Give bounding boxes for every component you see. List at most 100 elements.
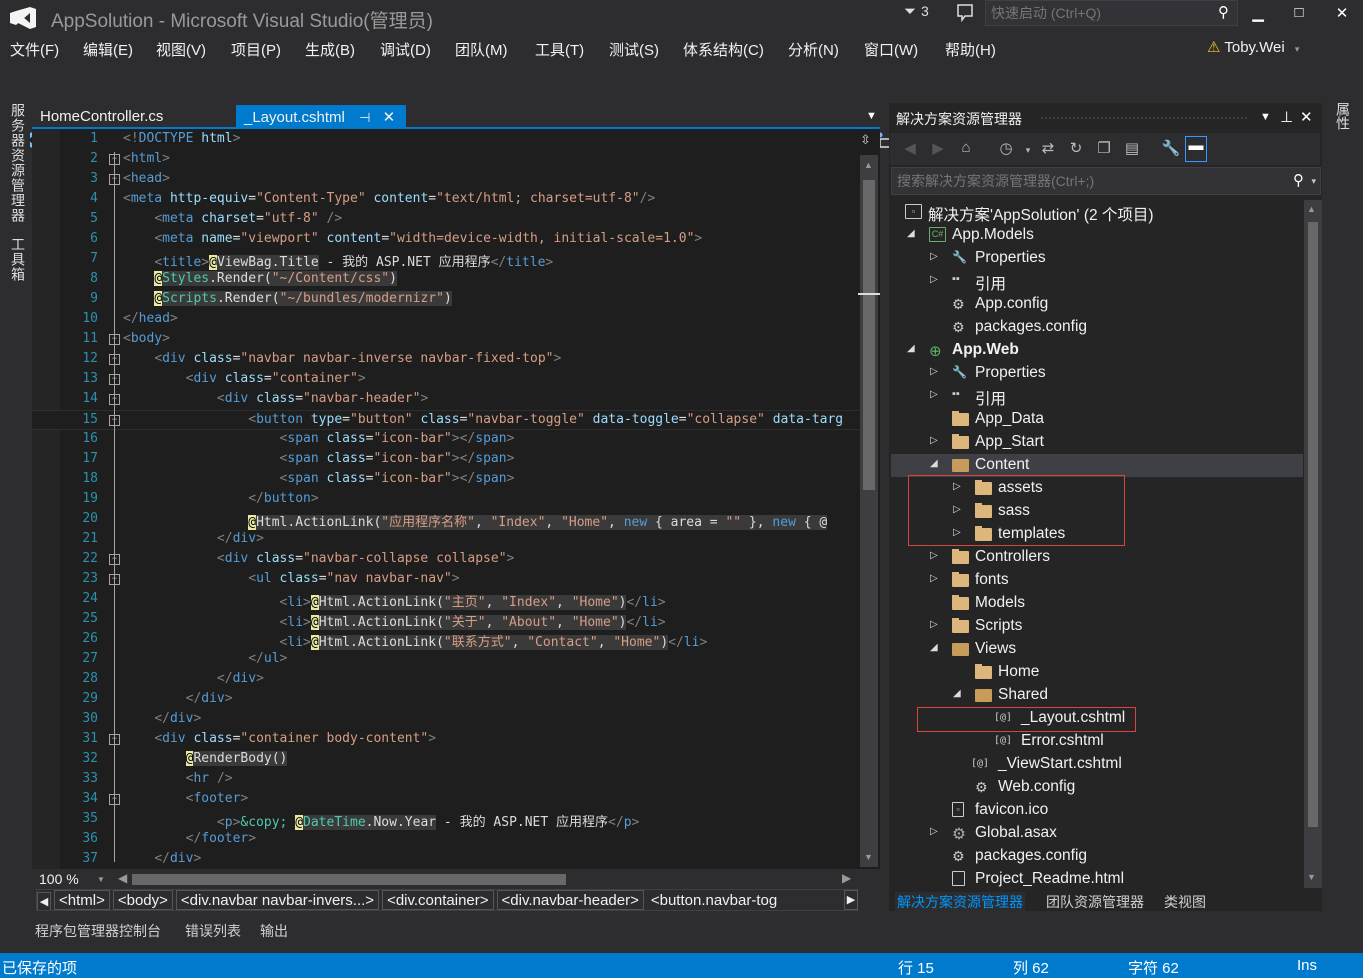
- tree-node[interactable]: ▫ favicon.ico: [891, 799, 1303, 822]
- solution-explorer-search[interactable]: ⚲ ▾: [891, 167, 1321, 195]
- collapse-all-icon[interactable]: ❐: [1093, 139, 1115, 159]
- close-tab-icon[interactable]: ✕: [383, 109, 396, 126]
- tree-node[interactable]: ▷ 🔧 Properties: [891, 247, 1303, 270]
- code-line[interactable]: 25 <li>@Html.ActionLink("关于", "About", "…: [32, 610, 860, 630]
- menu-tools[interactable]: 工具(T): [535, 39, 584, 60]
- code-line[interactable]: 12− <div class="navbar navbar-inverse na…: [32, 350, 860, 370]
- breadcrumb-item[interactable]: <button.navbar-tog: [647, 891, 781, 910]
- code-line[interactable]: 9 @Scripts.Render("~/bundles/modernizr"): [32, 290, 860, 310]
- toolbox-tab[interactable]: 工具箱: [8, 237, 28, 282]
- scroll-down-icon[interactable]: ▼: [1307, 872, 1316, 882]
- collapse-arrow-icon[interactable]: ◢: [953, 688, 961, 699]
- menu-file[interactable]: 文件(F): [10, 39, 59, 60]
- forward-icon[interactable]: ▶: [927, 139, 949, 159]
- code-line[interactable]: 19 </button>: [32, 490, 860, 510]
- code-line[interactable]: 36 </footer>: [32, 830, 860, 850]
- tree-node[interactable]: ▷ 🔧 Properties: [891, 362, 1303, 385]
- code-line[interactable]: 5 <meta charset="utf-8" />: [32, 210, 860, 230]
- tab-solution-explorer[interactable]: 解决方案资源管理器: [895, 892, 1025, 912]
- code-line[interactable]: 11−<body>: [32, 330, 860, 350]
- tab-package-manager-console[interactable]: 程序包管理器控制台: [35, 921, 161, 941]
- breadcrumb-prev-icon[interactable]: ◀: [37, 892, 51, 910]
- code-line[interactable]: 13− <div class="container">: [32, 370, 860, 390]
- tree-node[interactable]: ▷ App_Start: [891, 431, 1303, 454]
- breadcrumb-item[interactable]: <body>: [112, 890, 173, 910]
- collapse-arrow-icon[interactable]: ◢: [907, 228, 915, 239]
- code-line[interactable]: 15− <button type="button" class="navbar-…: [32, 410, 860, 430]
- tree-node[interactable]: ◢ ⊕ App.Web: [891, 339, 1303, 362]
- code-line[interactable]: 8 @Styles.Render("~/Content/css"): [32, 270, 860, 290]
- tab-layout[interactable]: _Layout.cshtml ⊣ ✕: [236, 105, 406, 129]
- code-line[interactable]: 2−<html>: [32, 150, 860, 170]
- home-icon[interactable]: ⌂: [955, 139, 977, 159]
- zoom-level[interactable]: 100 %: [39, 871, 79, 887]
- code-line[interactable]: 23− <ul class="nav navbar-nav">: [32, 570, 860, 590]
- code-line[interactable]: 27 </ul>: [32, 650, 860, 670]
- preview-selected-items-icon[interactable]: ▬: [1185, 136, 1207, 162]
- breadcrumb-item[interactable]: <div.navbar navbar-invers...>: [175, 890, 380, 910]
- menu-analyze[interactable]: 分析(N): [788, 39, 839, 60]
- horizontal-scroll-thumb[interactable]: [132, 874, 566, 885]
- user-account[interactable]: ⚠ Toby.Wei ▾: [1207, 38, 1299, 56]
- properties-tab[interactable]: 属性: [1333, 102, 1353, 130]
- code-line[interactable]: 18 <span class="icon-bar"></span>: [32, 470, 860, 490]
- tab-homecontroller[interactable]: HomeController.cs: [32, 105, 171, 129]
- collapse-arrow-icon[interactable]: ◢: [907, 343, 915, 354]
- pin-icon[interactable]: ⊣: [359, 110, 370, 125]
- tab-class-view[interactable]: 类视图: [1162, 892, 1208, 912]
- zoom-dropdown-icon[interactable]: ▼: [97, 875, 105, 884]
- close-panel-icon[interactable]: ✕: [1300, 108, 1313, 126]
- expand-arrow-icon[interactable]: ▷: [930, 366, 938, 377]
- search-icon[interactable]: ⚲: [1293, 171, 1304, 189]
- tree-node[interactable]: ▫ 解决方案'AppSolution' (2 个项目): [891, 201, 1303, 224]
- code-line[interactable]: 6 <meta name="viewport" content="width=d…: [32, 230, 860, 250]
- code-line[interactable]: 16 <span class="icon-bar"></span>: [32, 430, 860, 450]
- breadcrumb-item[interactable]: <div.navbar-header>: [496, 890, 644, 910]
- code-line[interactable]: 37 </div>: [32, 850, 860, 870]
- code-line[interactable]: 35 <p>&copy; @DateTime.Now.Year - 我的 ASP…: [32, 810, 860, 830]
- code-line[interactable]: 1 <!DOCTYPE html>: [32, 130, 860, 150]
- solution-search-input[interactable]: [892, 168, 1272, 194]
- menu-project[interactable]: 项目(P): [231, 39, 281, 60]
- tree-node[interactable]: [@] Error.cshtml: [891, 730, 1303, 753]
- tree-node[interactable]: ⚙ Web.config: [891, 776, 1303, 799]
- menu-architecture[interactable]: 体系结构(C): [683, 39, 764, 60]
- menu-help[interactable]: 帮助(H): [945, 39, 996, 60]
- breadcrumb-item[interactable]: <div.container>: [382, 890, 494, 910]
- tree-node[interactable]: ▷ Controllers: [891, 546, 1303, 569]
- code-line[interactable]: 32 @RenderBody(): [32, 750, 860, 770]
- code-line[interactable]: 10 </head>: [32, 310, 860, 330]
- tab-team-explorer[interactable]: 团队资源管理器: [1044, 892, 1146, 912]
- close-button[interactable]: ✕: [1327, 4, 1357, 24]
- tree-node[interactable]: ▷ ⚙ Global.asax: [891, 822, 1303, 845]
- scroll-down-icon[interactable]: ▼: [864, 852, 873, 862]
- scroll-right-icon[interactable]: ▶: [842, 871, 851, 885]
- code-line[interactable]: 22− <div class="navbar-collapse collapse…: [32, 550, 860, 570]
- menu-debug[interactable]: 调试(D): [380, 39, 431, 60]
- expand-arrow-icon[interactable]: ▷: [930, 573, 938, 584]
- code-line[interactable]: 31− <div class="container body-content">: [32, 730, 860, 750]
- tree-node[interactable]: App_Data: [891, 408, 1303, 431]
- tree-node[interactable]: Home: [891, 661, 1303, 684]
- code-editor[interactable]: 1 <!DOCTYPE html> 2−<html>3−<head>4 <meta h…: [32, 129, 880, 869]
- code-line[interactable]: 7 <title>@ViewBag.Title - 我的 ASP.NET 应用程…: [32, 250, 860, 270]
- code-line[interactable]: 4 <meta http-equiv="Content-Type" content…: [32, 190, 860, 210]
- expand-arrow-icon[interactable]: ▷: [930, 619, 938, 630]
- tree-node[interactable]: Project_Readme.html: [891, 868, 1303, 889]
- expand-arrow-icon[interactable]: ▷: [930, 274, 938, 285]
- menu-edit[interactable]: 编辑(E): [83, 39, 133, 60]
- code-line[interactable]: 26 <li>@Html.ActionLink("联系方式", "Contact…: [32, 630, 860, 650]
- tree-node[interactable]: [@] _ViewStart.cshtml: [891, 753, 1303, 776]
- tab-output[interactable]: 输出: [260, 921, 288, 941]
- tree-node[interactable]: ◢ Shared: [891, 684, 1303, 707]
- collapse-arrow-icon[interactable]: ◢: [930, 642, 938, 653]
- server-explorer-tab[interactable]: 服务器资源管理器: [8, 103, 28, 223]
- quick-launch-input[interactable]: [986, 1, 1206, 25]
- code-line[interactable]: 34− <footer>: [32, 790, 860, 810]
- show-all-files-icon[interactable]: ▤: [1121, 139, 1143, 159]
- maximize-button[interactable]: □: [1284, 4, 1314, 24]
- tree-node[interactable]: ◢ Content: [891, 454, 1303, 477]
- refresh-icon[interactable]: ↻: [1065, 139, 1087, 159]
- tree-node[interactable]: ⚙ packages.config: [891, 845, 1303, 868]
- sync-with-active-document-icon[interactable]: ⇄: [1037, 139, 1059, 159]
